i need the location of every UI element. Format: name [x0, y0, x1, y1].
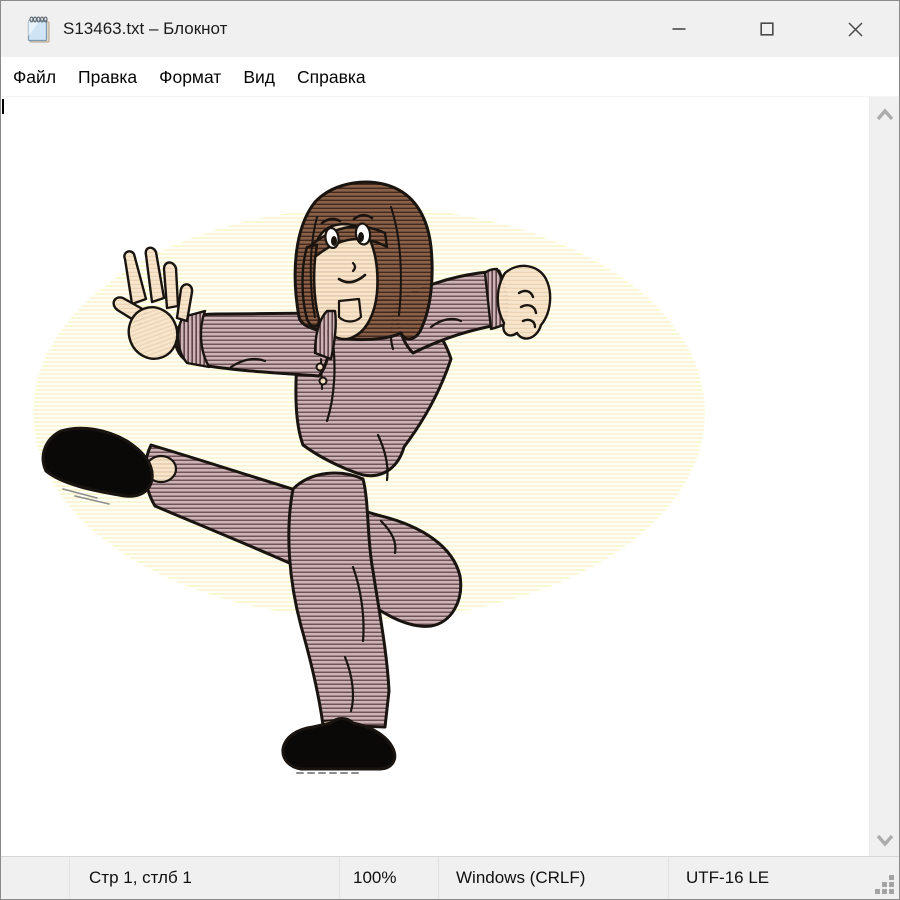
statusbar-line-endings: Windows (CRLF)	[439, 857, 669, 899]
chevron-down-icon[interactable]	[870, 830, 900, 850]
notepad-icon[interactable]	[25, 14, 53, 44]
figure-head	[295, 182, 432, 340]
statusbar-spacer	[1, 857, 70, 899]
figure-neck	[339, 299, 361, 322]
statusbar-cursor-position: Стр 1, стлб 1	[70, 857, 340, 899]
status-bar: Стр 1, стлб 1 100% Windows (CRLF) UTF-16…	[1, 856, 899, 899]
menu-bar: Файл Правка Формат Вид Справка	[1, 57, 899, 97]
minimize-button[interactable]	[635, 1, 723, 57]
window-title: S13463.txt – Блокнот	[63, 1, 227, 57]
maximize-button[interactable]	[723, 1, 811, 57]
vertical-scrollbar[interactable]	[869, 97, 899, 856]
menu-file[interactable]: Файл	[2, 58, 67, 96]
menu-format[interactable]: Формат	[148, 58, 232, 96]
chevron-up-icon[interactable]	[870, 105, 900, 125]
menu-view[interactable]: Вид	[232, 58, 286, 96]
tai-chi-woman-clipart	[1, 97, 870, 858]
close-icon	[848, 22, 863, 37]
title-bar[interactable]: S13463.txt – Блокнот	[1, 1, 899, 57]
close-button[interactable]	[811, 1, 899, 57]
menu-edit[interactable]: Правка	[67, 58, 148, 96]
menu-help[interactable]: Справка	[286, 58, 377, 96]
statusbar-zoom-level: 100%	[340, 857, 439, 899]
statusbar-encoding: UTF-16 LE	[669, 857, 899, 899]
text-edit-area[interactable]	[1, 97, 899, 856]
window-controls	[635, 1, 899, 57]
resize-grip-icon[interactable]	[873, 873, 897, 897]
maximize-icon	[760, 22, 774, 36]
minimize-icon	[672, 22, 686, 36]
notepad-window: S13463.txt – Блокнот Файл Правка	[0, 0, 900, 900]
